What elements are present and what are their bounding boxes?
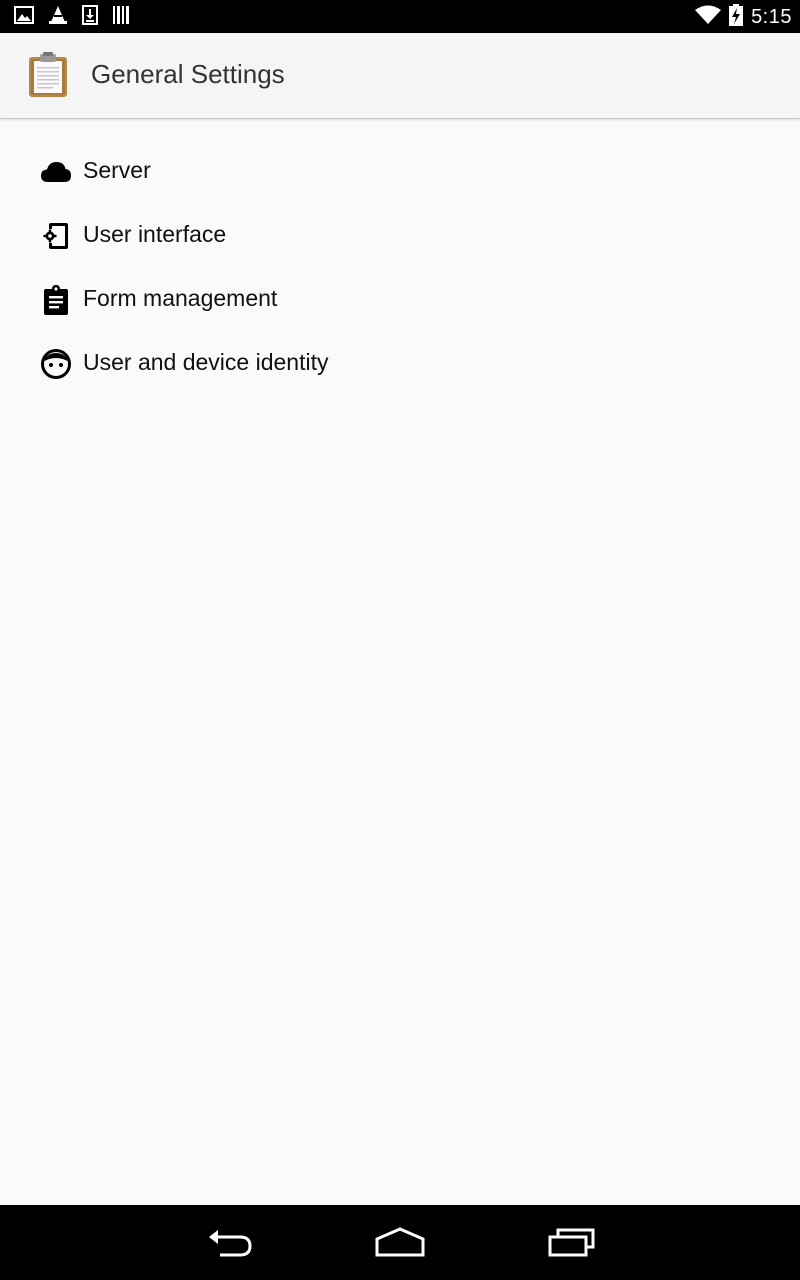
settings-item-label: User interface <box>83 221 227 247</box>
cloud-icon <box>40 156 72 188</box>
settings-item-user-device-identity[interactable]: User and device identity <box>0 332 800 396</box>
notification-icons <box>14 4 130 30</box>
settings-item-label: User and device identity <box>83 349 329 375</box>
image-notification-icon <box>14 5 34 29</box>
phone-settings-icon <box>40 220 72 252</box>
home-icon <box>375 1227 425 1257</box>
face-icon <box>40 348 72 380</box>
battery-charging-icon <box>729 3 744 31</box>
wifi-icon <box>695 5 722 30</box>
navigation-bar <box>0 1205 800 1280</box>
settings-item-form-management[interactable]: Form management <box>0 268 800 332</box>
settings-list: Server User interface Form management Us… <box>0 140 800 396</box>
back-arrow-icon <box>209 1230 252 1257</box>
home-button[interactable] <box>374 1225 426 1261</box>
settings-item-user-interface[interactable]: User interface <box>0 204 800 268</box>
settings-item-label: Server <box>83 157 151 183</box>
clipboard-app-icon[interactable] <box>27 52 71 98</box>
settings-item-server[interactable]: Server <box>0 140 800 204</box>
recent-apps-icon <box>548 1228 595 1257</box>
settings-item-label: Form management <box>83 285 278 311</box>
system-status-icons: 5:15 <box>695 3 792 31</box>
clipboard-icon <box>40 284 72 316</box>
vlc-cone-icon <box>48 5 68 30</box>
barcode-icon <box>112 5 130 30</box>
back-button[interactable] <box>206 1225 254 1261</box>
status-time: 5:15 <box>751 5 792 28</box>
recent-apps-button[interactable] <box>548 1225 596 1261</box>
app-bar: General Settings <box>0 33 800 119</box>
download-notification-icon <box>82 4 98 30</box>
page-title: General Settings <box>91 59 285 89</box>
status-bar: 5:15 <box>0 0 800 33</box>
